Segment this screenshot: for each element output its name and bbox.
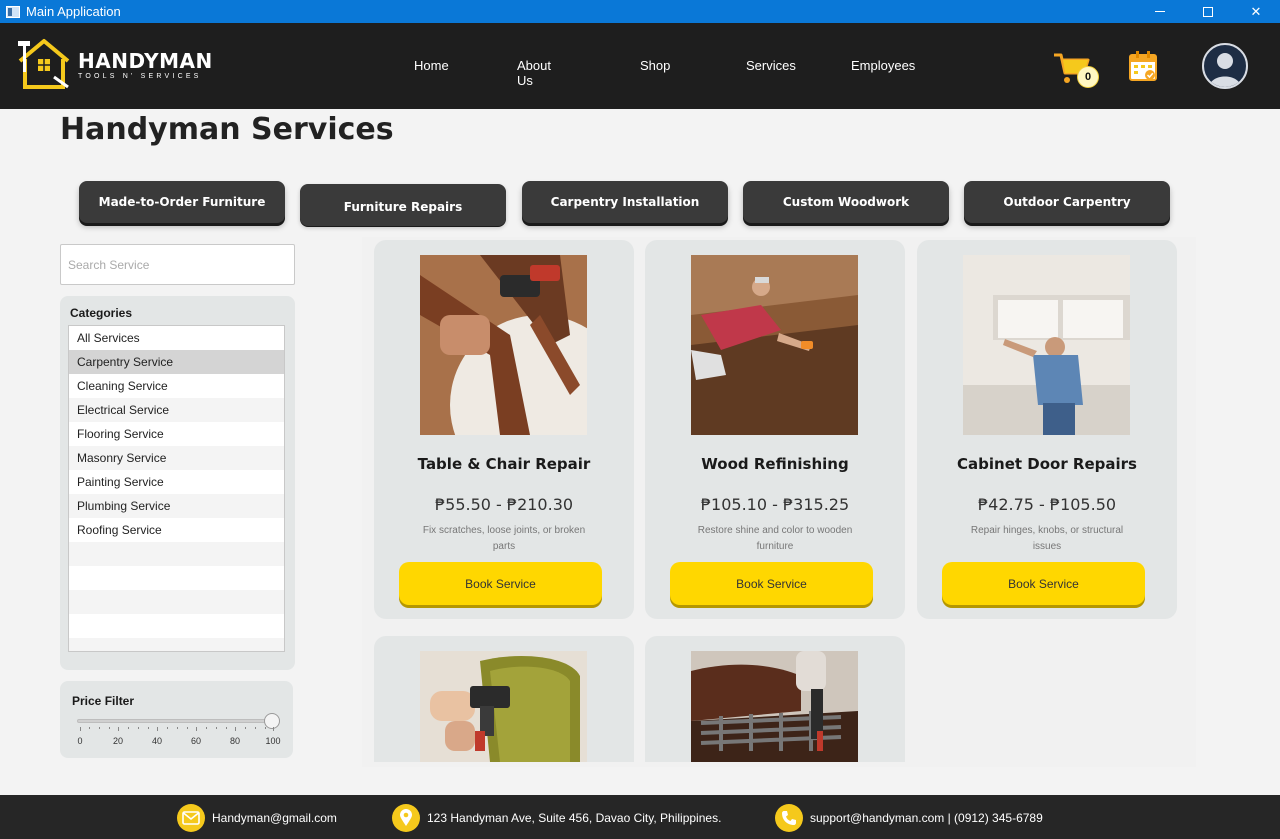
- price-tick-label: 20: [112, 736, 124, 746]
- cart-count-badge: 0: [1077, 66, 1099, 88]
- list-empty-row: [69, 566, 284, 590]
- nav-shop[interactable]: Shop: [640, 58, 670, 73]
- price-tick-label: 80: [229, 736, 241, 746]
- brand-tagline: TOOLS N' SERVICES: [78, 73, 202, 80]
- close-icon: ✕: [1250, 3, 1262, 19]
- service-description: Repair hinges, knobs, or structural issu…: [970, 525, 1124, 552]
- cart-button[interactable]: 0: [1052, 51, 1100, 88]
- price-filter-panel: Price Filter 0 20 40 60 80 100: [60, 681, 293, 758]
- footer-support[interactable]: support@handyman.com | (0912) 345-6789: [775, 804, 1043, 832]
- close-button[interactable]: ✕: [1232, 0, 1280, 23]
- minimize-icon: [1155, 11, 1165, 12]
- price-tick-label: 40: [151, 736, 163, 746]
- service-card-cabinet-door-repairs: Cabinet Door Repairs ₱42.75 - ₱105.50 Re…: [917, 240, 1177, 619]
- user-avatar-button[interactable]: [1202, 43, 1248, 89]
- maximize-icon: [1203, 6, 1213, 17]
- book-service-button[interactable]: Book Service: [942, 562, 1145, 605]
- service-price: ₱55.50 - ₱210.30: [434, 495, 574, 514]
- house-tools-logo-icon: [18, 39, 70, 89]
- app-footer: Handyman@gmail.com 123 Handyman Ave, Sui…: [0, 795, 1280, 839]
- phone-icon: [775, 804, 803, 832]
- maximize-button[interactable]: [1184, 0, 1232, 23]
- category-roofing-service[interactable]: Roofing Service: [69, 518, 284, 542]
- service-card-chair-reweaving: [645, 636, 905, 762]
- window-titlebar: Main Application ✕: [0, 0, 1280, 23]
- book-service-button[interactable]: Book Service: [670, 562, 873, 605]
- service-description: Fix scratches, loose joints, or broken p…: [422, 525, 586, 552]
- tab-carpentry-installation[interactable]: Carpentry Installation: [522, 181, 728, 223]
- service-photo-cabinet-door-repairs: [963, 255, 1130, 435]
- calendar-button[interactable]: [1128, 50, 1160, 84]
- category-all-services[interactable]: All Services: [69, 326, 284, 350]
- list-empty-row: [69, 542, 284, 566]
- category-masonry-service[interactable]: Masonry Service: [69, 446, 284, 470]
- book-service-button[interactable]: Book Service: [399, 562, 602, 605]
- user-avatar-icon: [1209, 53, 1241, 87]
- service-photo-chair-reweaving: [691, 651, 858, 762]
- app-header: HANDYMAN TOOLS N' SERVICES Home About Us…: [0, 23, 1280, 109]
- price-slider-ticks: [60, 727, 293, 735]
- search-input[interactable]: [60, 244, 295, 285]
- price-slider-track[interactable]: [77, 719, 273, 723]
- footer-email[interactable]: Handyman@gmail.com: [177, 804, 337, 832]
- service-price: ₱105.10 - ₱315.25: [700, 495, 850, 514]
- categories-list[interactable]: All Services Carpentry Service Cleaning …: [68, 325, 285, 652]
- service-name: Cabinet Door Repairs: [957, 455, 1137, 473]
- mail-icon: [177, 804, 205, 832]
- price-filter-title: Price Filter: [72, 694, 135, 708]
- tab-outdoor-carpentry[interactable]: Outdoor Carpentry: [964, 181, 1170, 223]
- brand-logo[interactable]: HANDYMAN TOOLS N' SERVICES: [14, 37, 212, 93]
- categories-title: Categories: [70, 306, 133, 320]
- page-title: Handyman Services: [60, 112, 394, 147]
- brand-name: HANDYMAN: [78, 49, 213, 73]
- service-price: ₱42.75 - ₱105.50: [977, 495, 1117, 514]
- category-cleaning-service[interactable]: Cleaning Service: [69, 374, 284, 398]
- service-card-table-chair-repair: Table & Chair Repair ₱55.50 - ₱210.30 Fi…: [374, 240, 634, 619]
- app-icon: [6, 5, 20, 18]
- footer-support-text: support@handyman.com | (0912) 345-6789: [810, 811, 1043, 825]
- service-photo-table-chair-repair: [420, 255, 587, 435]
- service-name: Table & Chair Repair: [417, 455, 591, 473]
- category-flooring-service[interactable]: Flooring Service: [69, 422, 284, 446]
- tab-furniture-repairs[interactable]: Furniture Repairs: [300, 184, 506, 226]
- price-tick-label: 100: [265, 736, 281, 746]
- service-photo-wood-refinishing: [691, 255, 858, 435]
- service-name: Wood Refinishing: [701, 455, 849, 473]
- price-tick-label: 0: [77, 736, 83, 746]
- list-empty-row: [69, 590, 284, 614]
- category-carpentry-service[interactable]: Carpentry Service: [69, 350, 284, 374]
- list-empty-row: [69, 614, 284, 638]
- category-electrical-service[interactable]: Electrical Service: [69, 398, 284, 422]
- footer-email-text: Handyman@gmail.com: [212, 811, 337, 825]
- service-description: Restore shine and color to wooden furnit…: [697, 525, 853, 552]
- list-empty-row: [69, 638, 284, 651]
- nav-about-us[interactable]: About Us: [517, 58, 551, 88]
- tab-custom-woodwork[interactable]: Custom Woodwork: [743, 181, 949, 223]
- categories-panel: Categories All Services Carpentry Servic…: [60, 296, 295, 670]
- window-title: Main Application: [26, 4, 121, 19]
- nav-home[interactable]: Home: [414, 58, 449, 73]
- category-plumbing-service[interactable]: Plumbing Service: [69, 494, 284, 518]
- service-card-upholstery: [374, 636, 634, 762]
- location-pin-icon: [392, 804, 420, 832]
- price-tick-label: 60: [190, 736, 202, 746]
- tab-made-to-order-furniture[interactable]: Made-to-Order Furniture: [79, 181, 285, 223]
- service-card-wood-refinishing: Wood Refinishing ₱105.10 - ₱315.25 Resto…: [645, 240, 905, 619]
- nav-employees[interactable]: Employees: [851, 58, 915, 73]
- minimize-button[interactable]: [1136, 0, 1184, 23]
- service-photo-upholstery: [420, 651, 587, 762]
- footer-address: 123 Handyman Ave, Suite 456, Davao City,…: [392, 804, 721, 832]
- footer-address-text: 123 Handyman Ave, Suite 456, Davao City,…: [427, 811, 722, 825]
- calendar-icon: [1129, 51, 1157, 81]
- category-painting-service[interactable]: Painting Service: [69, 470, 284, 494]
- nav-services[interactable]: Services: [746, 58, 796, 73]
